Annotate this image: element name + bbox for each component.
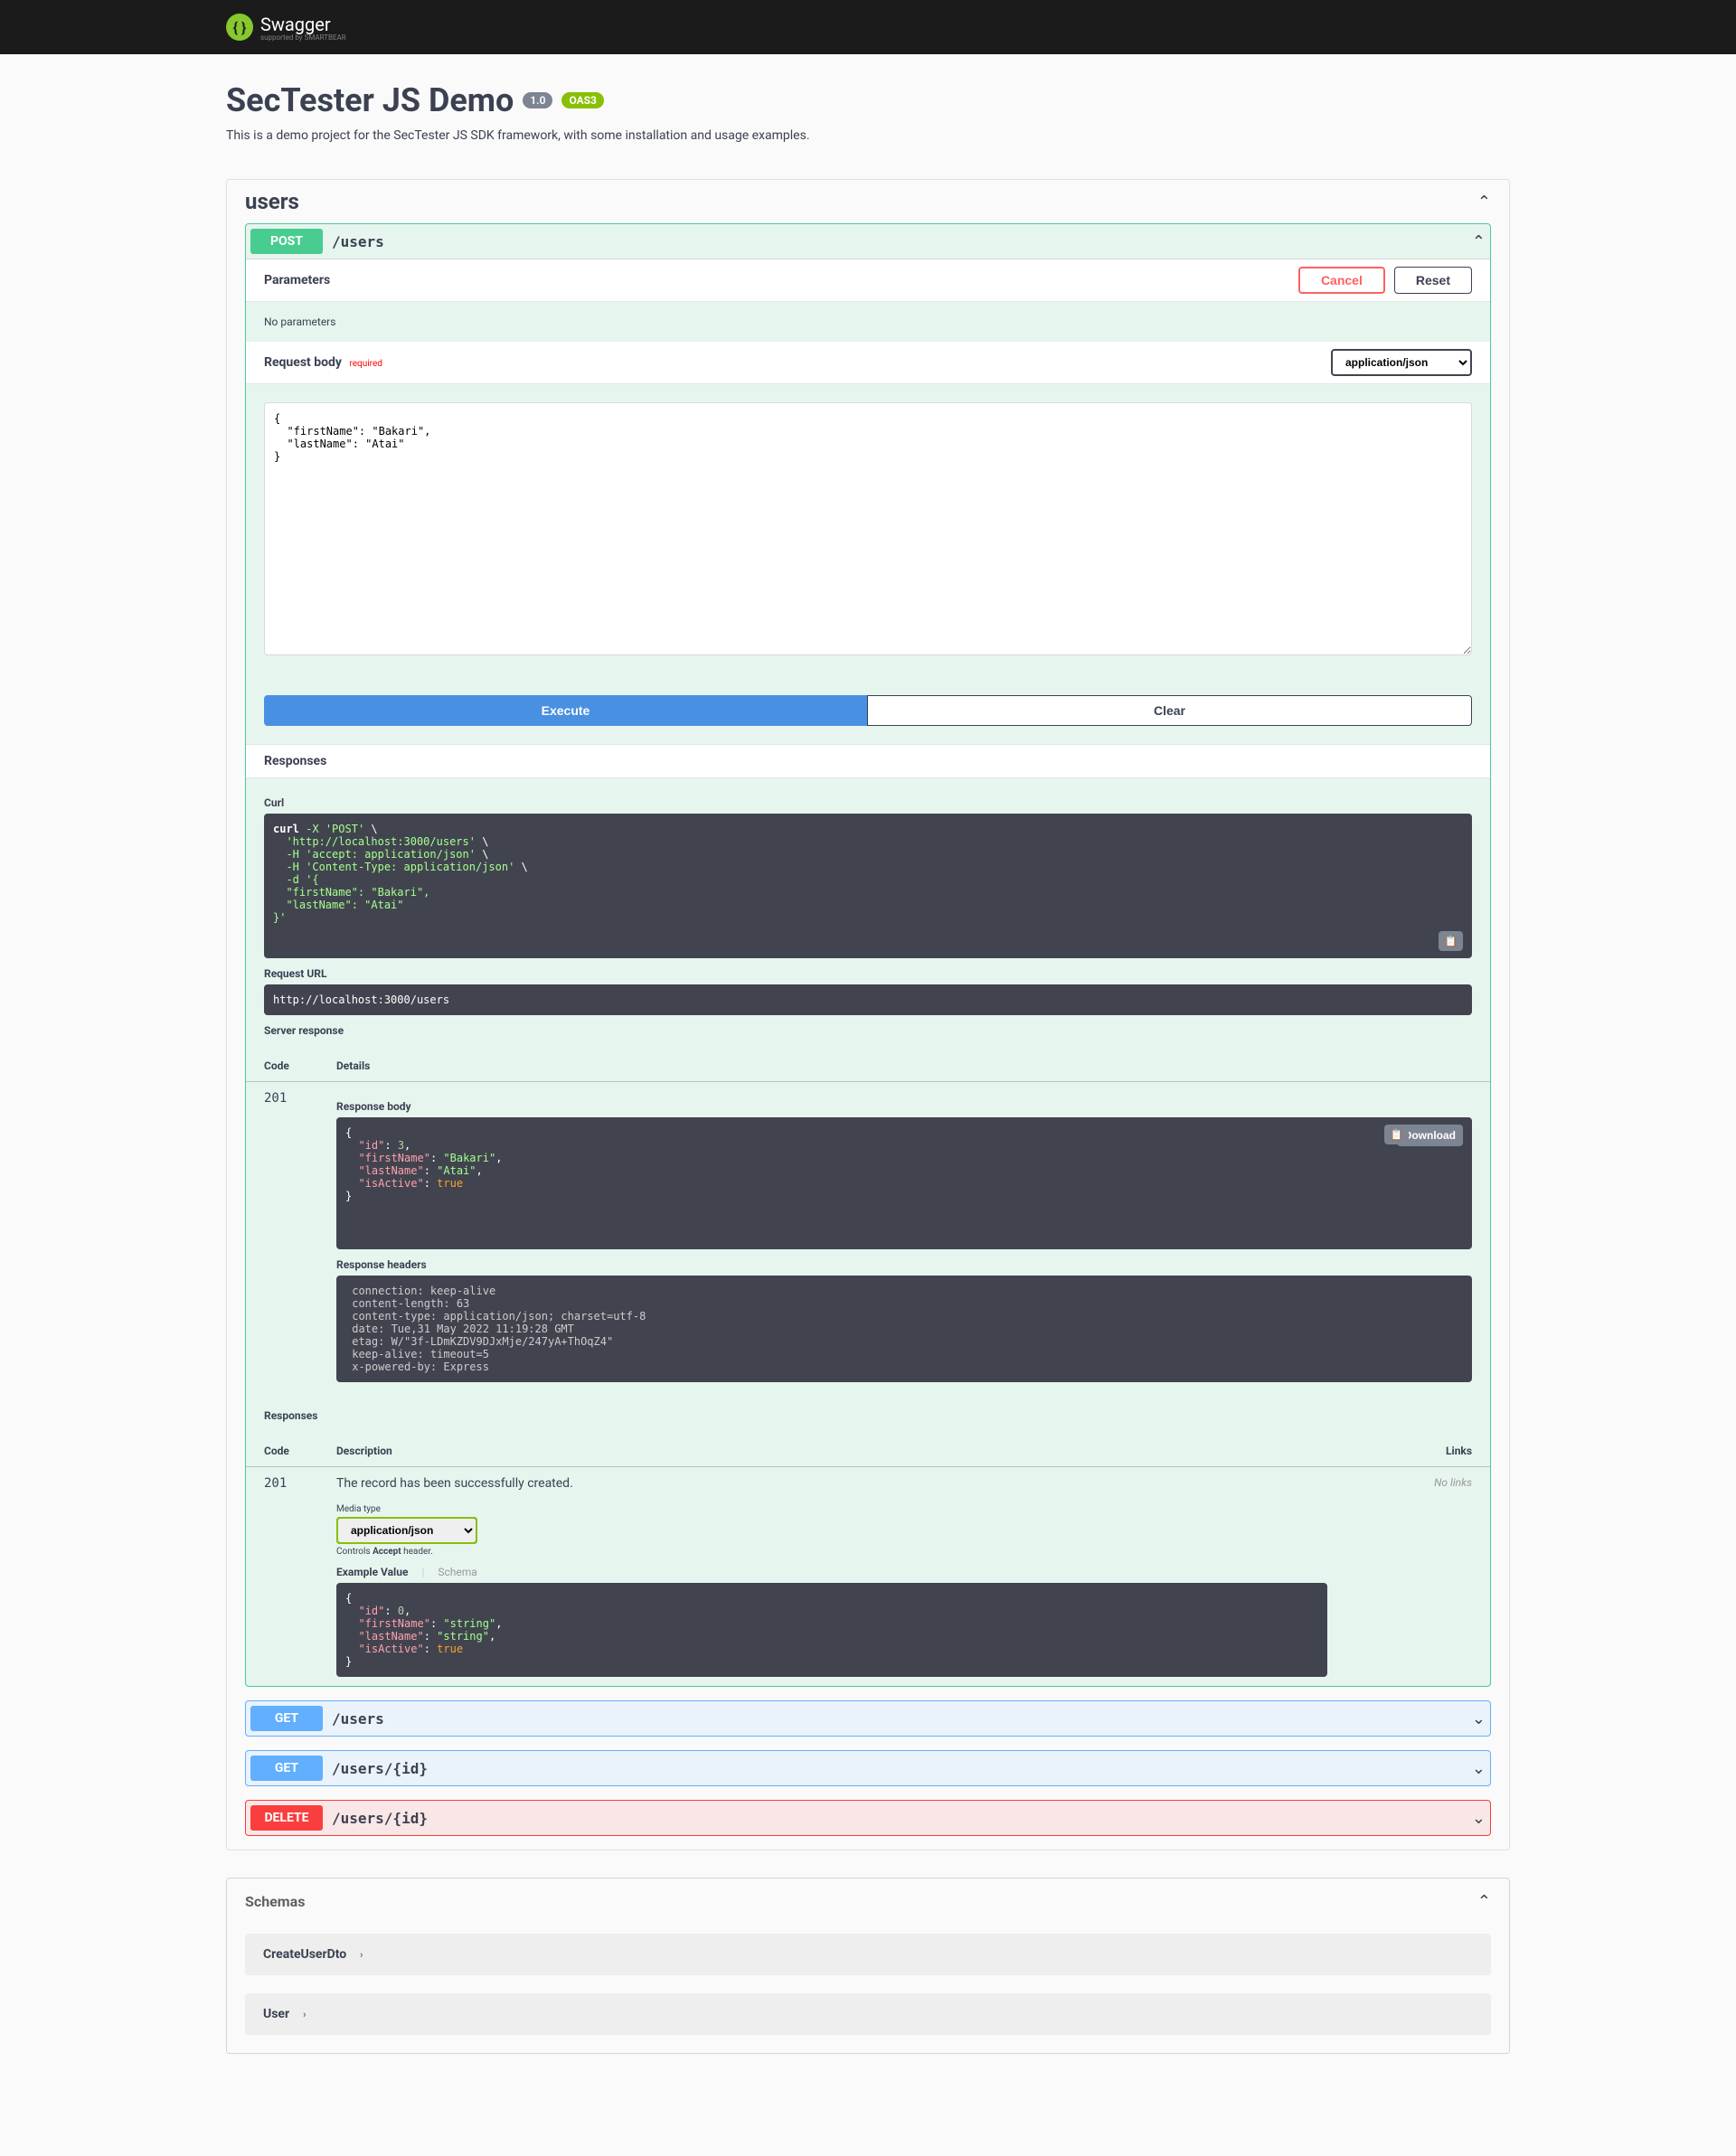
schema-name: User — [263, 2007, 289, 2021]
links-header: Links — [1400, 1445, 1472, 1457]
op-summary[interactable]: POST /users ⌃ — [246, 224, 1490, 259]
code-header: Code — [264, 1059, 336, 1072]
schemas-title: Schemas — [245, 1893, 305, 1910]
endpoint-path: /users — [323, 1710, 1472, 1728]
chevron-up-icon: ⌃ — [1477, 1892, 1491, 1911]
details-header: Details — [336, 1059, 1472, 1072]
swagger-icon: { } — [226, 14, 253, 41]
response-headers: connection: keep-alive content-length: 6… — [336, 1276, 1472, 1382]
tag-name: users — [245, 189, 299, 214]
copy-icon[interactable]: 📋 — [1439, 931, 1463, 951]
responses-header: Responses — [246, 744, 1490, 778]
chevron-up-icon: ⌃ — [1472, 232, 1486, 251]
doc-code: 201 — [264, 1476, 336, 1677]
response-body: { "id": 3, "firstName": "Bakari", "lastN… — [336, 1117, 1472, 1249]
required-label: required — [349, 359, 382, 369]
op-summary[interactable]: GET /users ⌄ — [246, 1701, 1490, 1736]
oas-badge: OAS3 — [561, 92, 604, 108]
cancel-button[interactable]: Cancel — [1298, 267, 1385, 294]
example-schema: { "id": 0, "firstName": "string", "lastN… — [336, 1583, 1327, 1677]
schema-item[interactable]: CreateUserDto › — [245, 1934, 1491, 1975]
method-badge: DELETE — [250, 1805, 323, 1831]
method-badge: GET — [250, 1706, 323, 1731]
schema-name: CreateUserDto — [263, 1947, 346, 1962]
request-body-textarea[interactable] — [264, 402, 1472, 655]
clear-button[interactable]: Clear — [867, 695, 1472, 726]
responses-label2: Responses — [264, 1409, 1472, 1422]
schema-tab[interactable]: Schema — [438, 1566, 476, 1578]
op-summary[interactable]: DELETE /users/{id} ⌄ — [246, 1801, 1490, 1835]
content-type-select[interactable]: application/json — [1331, 349, 1472, 376]
api-description: This is a demo project for the SecTester… — [226, 128, 1510, 143]
method-badge: GET — [250, 1756, 323, 1781]
chevron-up-icon: ⌃ — [1477, 193, 1491, 212]
request-url-label: Request URL — [264, 967, 1472, 980]
api-title: SecTester JS Demo — [226, 81, 514, 119]
opblock-delete: DELETE /users/{id} ⌄ — [245, 1800, 1491, 1836]
curl-label: Curl — [264, 796, 1472, 809]
response-headers-label: Response headers — [336, 1258, 1472, 1271]
media-type-label: Media type — [336, 1504, 1400, 1514]
schemas-section: Schemas ⌃ CreateUserDto › User › — [226, 1878, 1510, 2054]
opblock-get: GET /users ⌄ — [245, 1700, 1491, 1737]
chevron-down-icon: ⌄ — [1472, 1809, 1486, 1828]
chevron-down-icon: ⌄ — [1472, 1709, 1486, 1728]
request-body-label: Request body — [264, 355, 342, 370]
schemas-header[interactable]: Schemas ⌃ — [227, 1878, 1509, 1925]
tag-header[interactable]: users ⌃ — [227, 180, 1509, 223]
execute-button[interactable]: Execute — [264, 695, 867, 726]
reset-button[interactable]: Reset — [1394, 267, 1472, 294]
description-header: Description — [336, 1445, 1400, 1457]
swagger-logo[interactable]: { } Swagger supported by SMARTBEAR — [226, 14, 346, 42]
media-type-select[interactable]: application/json — [336, 1517, 477, 1544]
tag-section-users: users ⌃ POST /users ⌃ Parameters Cancel … — [226, 179, 1510, 1850]
no-links: No links — [1400, 1476, 1472, 1677]
response-code: 201 — [264, 1091, 336, 1382]
chevron-right-icon: › — [303, 2009, 306, 2020]
parameters-label: Parameters — [264, 273, 330, 287]
op-summary[interactable]: GET /users/{id} ⌄ — [246, 1751, 1490, 1785]
copy-icon[interactable]: 📋 — [1384, 1125, 1409, 1144]
example-value-tab[interactable]: Example Value — [336, 1566, 408, 1578]
chevron-right-icon: › — [360, 1949, 363, 1961]
brand-subtext: supported by SMARTBEAR — [260, 33, 346, 42]
endpoint-path: /users — [323, 233, 1472, 250]
request-url: http://localhost:3000/users — [264, 984, 1472, 1015]
endpoint-path: /users/{id} — [323, 1760, 1472, 1777]
response-body-label: Response body — [336, 1100, 1472, 1113]
topbar: { } Swagger supported by SMARTBEAR — [0, 0, 1736, 54]
server-response-label: Server response — [264, 1024, 1472, 1037]
method-badge-post: POST — [250, 229, 323, 254]
brand-text: Swagger — [260, 14, 331, 35]
chevron-down-icon: ⌄ — [1472, 1759, 1486, 1778]
endpoint-path: /users/{id} — [323, 1810, 1472, 1827]
code-header: Code — [264, 1445, 336, 1457]
doc-description: The record has been successfully created… — [336, 1476, 1400, 1491]
schema-item[interactable]: User › — [245, 1993, 1491, 2035]
curl-command: curl -X 'POST' \ 'http://localhost:3000/… — [264, 814, 1472, 958]
accept-note: Controls Accept header. — [336, 1547, 1400, 1557]
version-badge: 1.0 — [523, 92, 552, 108]
opblock-post-users: POST /users ⌃ Parameters Cancel Reset No… — [245, 223, 1491, 1687]
no-parameters-text: No parameters — [246, 302, 1490, 342]
opblock-get: GET /users/{id} ⌄ — [245, 1750, 1491, 1786]
